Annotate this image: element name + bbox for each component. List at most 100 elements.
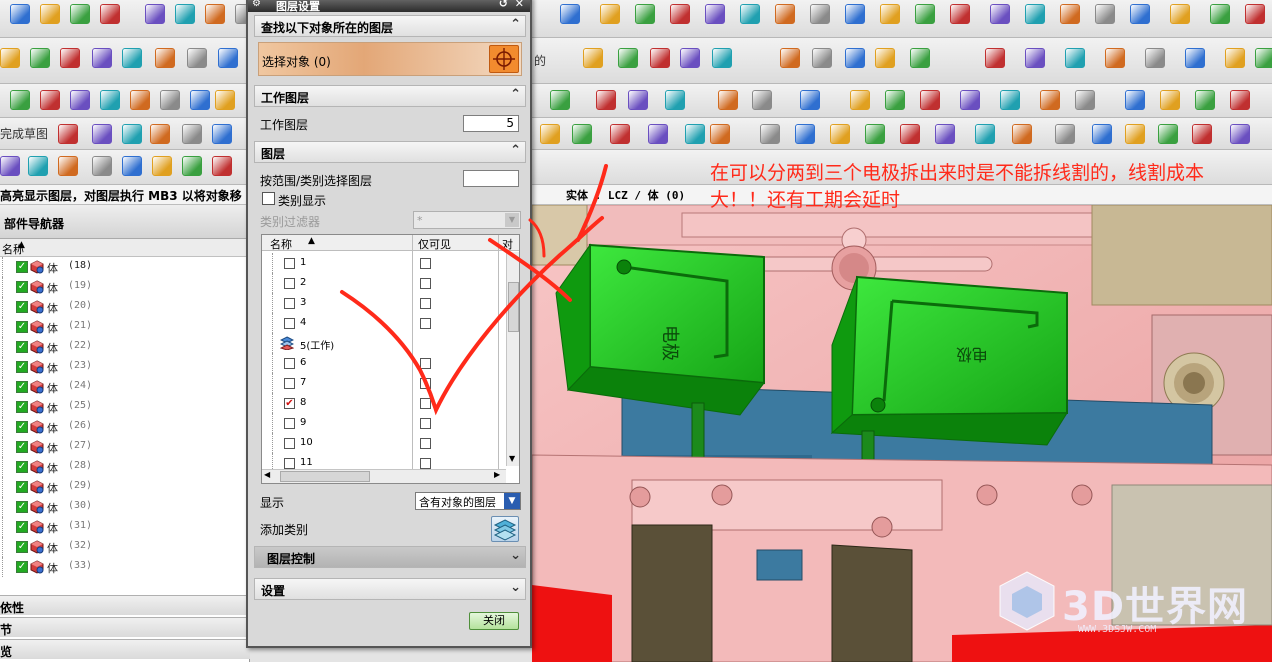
layer-checkbox[interactable]: ✔ xyxy=(284,398,295,409)
navigator-row[interactable]: ✓ 体 (28) xyxy=(0,457,249,477)
layer-checkbox[interactable] xyxy=(284,438,295,449)
select-object-row[interactable]: 选择对象 (0) xyxy=(258,42,522,76)
toolbar-tool-icon[interactable] xyxy=(1230,124,1250,144)
toolbar-tool-icon[interactable] xyxy=(950,4,970,24)
toolbar-tool-icon[interactable] xyxy=(795,124,815,144)
toolbar-tool-icon[interactable] xyxy=(122,48,142,68)
layer-checkbox[interactable] xyxy=(284,458,295,469)
scroll-right-icon[interactable]: ▶ xyxy=(494,470,500,479)
toolbar-tool-icon[interactable] xyxy=(865,124,885,144)
toolbar-tool-icon[interactable] xyxy=(812,48,832,68)
visibility-checkbox[interactable]: ✓ xyxy=(16,341,28,353)
toolbar-tool-icon[interactable] xyxy=(215,90,235,110)
toolbar-tool-icon[interactable] xyxy=(122,156,142,176)
visibility-checkbox[interactable]: ✓ xyxy=(16,481,28,493)
toolbar-tool-icon[interactable] xyxy=(650,48,670,68)
toolbar-tool-icon[interactable] xyxy=(155,48,175,68)
toolbar-tool-icon[interactable] xyxy=(670,4,690,24)
close-button[interactable]: 关闭 xyxy=(469,612,519,630)
toolbar-tool-icon[interactable] xyxy=(100,90,120,110)
toolbar-tool-icon[interactable] xyxy=(665,90,685,110)
toolbar-tool-icon[interactable] xyxy=(1125,90,1145,110)
collapse-up-icon[interactable]: ⌃ xyxy=(510,143,521,158)
toolbar-tool-icon[interactable] xyxy=(583,48,603,68)
toolbar-tool-icon[interactable] xyxy=(990,4,1010,24)
toolbar-tool-icon[interactable] xyxy=(187,48,207,68)
layer-checkbox[interactable] xyxy=(284,298,295,309)
toolbar-tool-icon[interactable] xyxy=(1230,90,1250,110)
toolbar-tool-icon[interactable] xyxy=(1185,48,1205,68)
toolbar-tool-icon[interactable] xyxy=(1000,90,1020,110)
expand-down-icon[interactable]: ⌄ xyxy=(510,580,521,595)
toolbar-tool-icon[interactable] xyxy=(100,4,120,24)
close-icon[interactable]: ✕ xyxy=(515,0,524,10)
navigator-row[interactable]: ✓ 体 (25) xyxy=(0,397,249,417)
toolbar-tool-icon[interactable] xyxy=(0,156,20,176)
toolbar-tool-icon[interactable] xyxy=(1012,124,1032,144)
navigator-row[interactable]: ✓ 体 (19) xyxy=(0,277,249,297)
toolbar-tool-icon[interactable] xyxy=(760,124,780,144)
collapse-up-icon[interactable]: ⌃ xyxy=(510,17,521,32)
toolbar-tool-icon[interactable] xyxy=(0,48,20,68)
dialog-titlebar[interactable]: ⚙ 图层设置 ↺ ✕ xyxy=(248,0,530,13)
toolbar-tool-icon[interactable] xyxy=(1040,90,1060,110)
toolbar-tool-icon[interactable] xyxy=(875,48,895,68)
navigator-row[interactable]: ✓ 体 (23) xyxy=(0,357,249,377)
toolbar-tool-icon[interactable] xyxy=(1255,48,1272,68)
find-layer-group-header[interactable]: 查找以下对象所在的图层 ⌃ xyxy=(254,15,526,37)
toolbar-tool-icon[interactable] xyxy=(618,48,638,68)
toolbar-tool-icon[interactable] xyxy=(560,4,580,24)
visibility-checkbox[interactable]: ✓ xyxy=(16,401,28,413)
crosshair-select-button[interactable] xyxy=(489,45,519,73)
visibility-checkbox[interactable]: ✓ xyxy=(16,321,28,333)
toolbar-tool-icon[interactable] xyxy=(152,156,172,176)
toolbar-tool-icon[interactable] xyxy=(40,90,60,110)
toolbar-tool-icon[interactable] xyxy=(910,48,930,68)
toolbar-tool-icon[interactable] xyxy=(1145,48,1165,68)
navigator-row[interactable]: ✓ 体 (29) xyxy=(0,477,249,497)
layer-control-header[interactable]: 图层控制 ⌄ xyxy=(254,546,526,568)
toolbar-tool-icon[interactable] xyxy=(540,124,560,144)
visibility-checkbox[interactable]: ✓ xyxy=(16,261,28,273)
visibility-checkbox[interactable]: ✓ xyxy=(16,501,28,513)
toolbar-tool-icon[interactable] xyxy=(596,90,616,110)
chevron-down-icon[interactable]: ▼ xyxy=(504,493,520,509)
layer-checkbox[interactable] xyxy=(284,278,295,289)
navigator-row[interactable]: ✓ 体 (26) xyxy=(0,417,249,437)
toolbar-tool-icon[interactable] xyxy=(1025,4,1045,24)
navigator-row[interactable]: ✓ 体 (27) xyxy=(0,437,249,457)
layer-checkbox[interactable] xyxy=(284,318,295,329)
toolbar-tool-icon[interactable] xyxy=(680,48,700,68)
navigator-row[interactable]: ✓ 体 (22) xyxy=(0,337,249,357)
scroll-thumb[interactable] xyxy=(280,471,370,482)
layer-checkbox[interactable] xyxy=(284,358,295,369)
toolbar-tool-icon[interactable] xyxy=(30,48,50,68)
toolbar-tool-icon[interactable] xyxy=(10,4,30,24)
toolbar-tool-icon[interactable] xyxy=(600,4,620,24)
toolbar-tool-icon[interactable] xyxy=(182,124,202,144)
col-name-header[interactable]: 名称 xyxy=(270,236,292,252)
toolbar-tool-icon[interactable] xyxy=(1158,124,1178,144)
toolbar-tool-icon[interactable] xyxy=(92,156,112,176)
navigator-column-header[interactable]: 名称 ▲ xyxy=(0,239,249,257)
layer-checkbox[interactable] xyxy=(284,378,295,389)
toolbar-tool-icon[interactable] xyxy=(610,124,630,144)
expand-down-icon[interactable]: ⌄ xyxy=(510,548,521,563)
toolbar-tool-icon[interactable] xyxy=(130,90,150,110)
visibility-checkbox[interactable]: ✓ xyxy=(16,281,28,293)
visibility-checkbox[interactable]: ✓ xyxy=(16,521,28,533)
toolbar-tool-icon[interactable] xyxy=(1245,4,1265,24)
toolbar-tool-icon[interactable] xyxy=(810,4,830,24)
toolbar-tool-icon[interactable] xyxy=(550,90,570,110)
toolbar-tool-icon[interactable] xyxy=(1192,124,1212,144)
toolbar-tool-icon[interactable] xyxy=(975,124,995,144)
toolbar-tool-icon[interactable] xyxy=(915,4,935,24)
toolbar-tool-icon[interactable] xyxy=(28,156,48,176)
toolbar-tool-icon[interactable] xyxy=(1105,48,1125,68)
visible-only-checkbox[interactable] xyxy=(420,438,431,449)
visibility-checkbox[interactable]: ✓ xyxy=(16,561,28,573)
toolbar-tool-icon[interactable] xyxy=(205,4,225,24)
toolbar-tool-icon[interactable] xyxy=(718,90,738,110)
toolbar-tool-icon[interactable] xyxy=(740,4,760,24)
toolbar-tool-icon[interactable] xyxy=(58,156,78,176)
